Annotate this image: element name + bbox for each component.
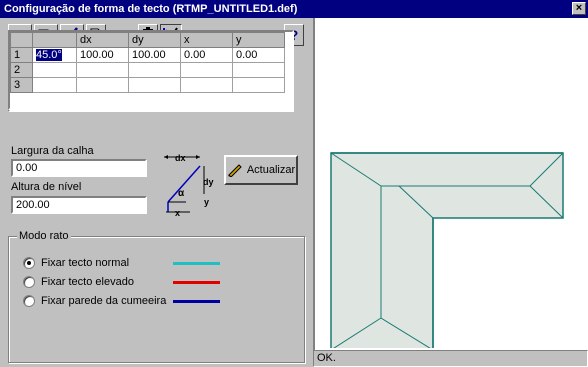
column-header-dy: dy — [128, 32, 181, 48]
dy-cell[interactable]: 100.00 — [128, 47, 181, 63]
angle-cell[interactable] — [32, 62, 77, 78]
angle-cell[interactable] — [32, 77, 77, 93]
angle-value: 45.0° — [36, 49, 62, 61]
level-height-label: Altura de nível — [11, 181, 82, 193]
window-title: Configuração de forma de tecto (RTMP_UNT… — [4, 3, 298, 15]
left-panel: Cm ? — [0, 18, 313, 367]
update-button-label: Actualizar — [246, 164, 296, 176]
radio-raised-roof-indicator[interactable] — [23, 276, 35, 288]
gutter-width-field[interactable]: 0.00 — [11, 159, 147, 177]
dy-cell[interactable] — [128, 77, 181, 93]
level-height-field[interactable]: 200.00 — [11, 196, 147, 214]
dx-cell[interactable] — [76, 62, 129, 78]
diagram-dx-label: dx — [175, 153, 186, 163]
pencil-icon — [227, 164, 242, 177]
table-header-row: dx dy x y — [10, 32, 285, 48]
x-cell[interactable] — [180, 77, 233, 93]
gutter-width-label: Largura da calha — [11, 145, 94, 157]
corner-cell — [10, 32, 33, 48]
dx-cell[interactable]: 100.00 — [76, 47, 129, 63]
row-number: 3 — [10, 77, 33, 93]
status-text: OK. — [317, 352, 336, 364]
column-header-dx: dx — [76, 32, 129, 48]
radio-raised-roof-label: Fixar tecto elevado — [41, 276, 134, 288]
status-bar: OK. — [313, 350, 588, 367]
raised-roof-color-swatch — [173, 281, 220, 284]
x-cell[interactable]: 0.00 — [180, 47, 233, 63]
roof-plan-drawing — [330, 152, 564, 348]
column-header — [32, 32, 77, 48]
radio-normal-roof[interactable]: Fixar tecto normal — [23, 257, 129, 269]
radio-gable-wall[interactable]: Fixar parede da cumeeira — [23, 295, 166, 307]
angle-cell[interactable]: 45.0° — [32, 47, 77, 63]
y-cell[interactable] — [232, 62, 285, 78]
gable-wall-color-swatch — [173, 300, 220, 303]
dy-cell[interactable] — [128, 62, 181, 78]
column-header-x: x — [180, 32, 233, 48]
table-row[interactable]: 2 — [10, 62, 285, 78]
close-icon[interactable]: × — [572, 2, 586, 15]
y-cell[interactable]: 0.00 — [232, 47, 285, 63]
roof-slope-diagram: dx α dy y x — [164, 153, 214, 216]
radio-normal-roof-indicator[interactable] — [23, 257, 35, 269]
mouse-mode-group: Modo rato Fixar tecto normal Fixar tecto… — [8, 230, 305, 363]
diagram-y-label: y — [204, 197, 209, 207]
row-number: 1 — [10, 47, 33, 63]
shape-table[interactable]: dx dy x y 1 45.0° 100.00 100.00 0.00 0.0… — [8, 30, 294, 110]
radio-gable-wall-label: Fixar parede da cumeeira — [41, 295, 167, 307]
radio-raised-roof[interactable]: Fixar tecto elevado — [23, 276, 134, 288]
title-bar: Configuração de forma de tecto (RTMP_UNT… — [0, 0, 588, 18]
update-button[interactable]: Actualizar — [224, 155, 298, 185]
x-cell[interactable] — [180, 62, 233, 78]
mouse-mode-title: Modo rato — [17, 230, 71, 242]
diagram-x-label: x — [175, 208, 180, 216]
y-cell[interactable] — [232, 77, 285, 93]
diagram-dy-label: dy — [203, 177, 214, 187]
roof-preview-canvas[interactable] — [313, 18, 588, 350]
radio-normal-roof-label: Fixar tecto normal — [41, 257, 130, 269]
diagram-alpha-label: α — [178, 188, 185, 199]
column-header-y: y — [232, 32, 285, 48]
normal-roof-color-swatch — [173, 262, 220, 265]
table-row[interactable]: 1 45.0° 100.00 100.00 0.00 0.00 — [10, 47, 285, 63]
row-number: 2 — [10, 62, 33, 78]
radio-gable-wall-indicator[interactable] — [23, 295, 35, 307]
dx-cell[interactable] — [76, 77, 129, 93]
table-row[interactable]: 3 — [10, 77, 285, 93]
